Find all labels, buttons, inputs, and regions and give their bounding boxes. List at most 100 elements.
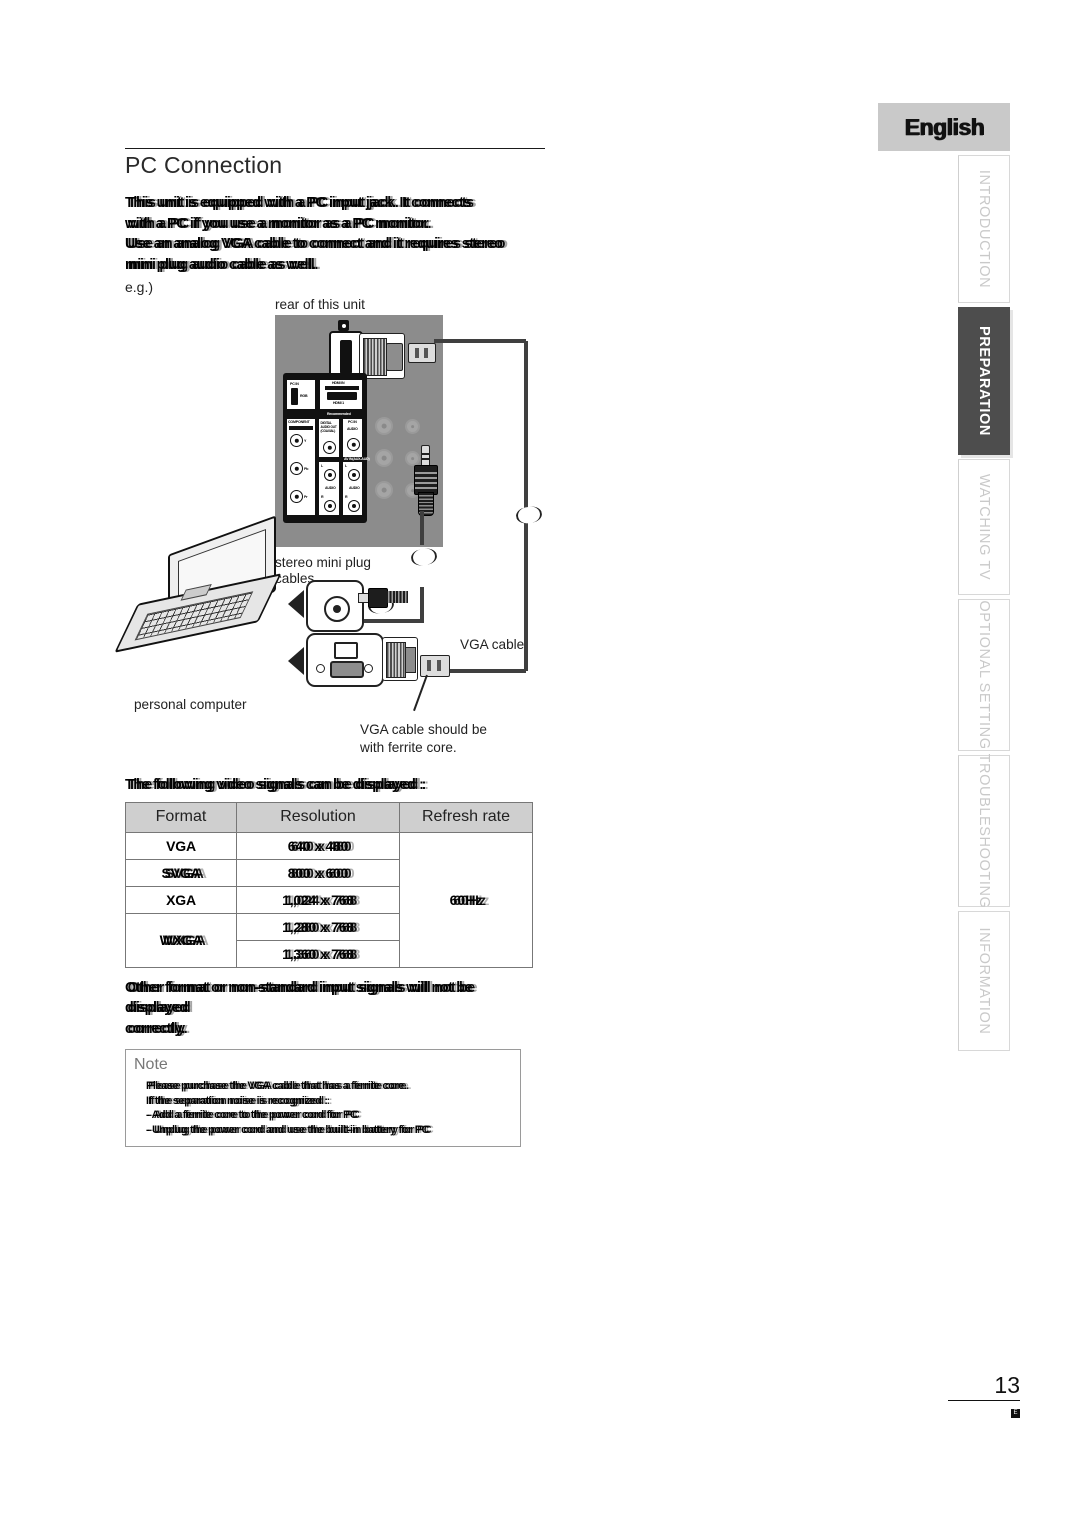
hdmi-sub-bar: [325, 386, 359, 390]
component-sub-bar: [289, 426, 313, 430]
ghost-jack: [375, 449, 393, 467]
cell-resolution: 1,360 x 768: [236, 939, 400, 968]
vga-male-plug-pc-side: [382, 637, 418, 681]
sidebar-item-troubleshooting[interactable]: TROUBLESHOOTING: [958, 753, 1010, 909]
audio-cable-down: [420, 511, 424, 545]
audio-cable-lower: [420, 587, 424, 623]
pc-audio-in-jack: [347, 438, 360, 451]
laptop-keyboard: [134, 591, 254, 641]
label-pr: Pr: [304, 495, 308, 499]
pc-audio-out-port: [306, 580, 364, 632]
language-tab-label: English: [904, 113, 984, 140]
after-table-line: Other format or non-standard input signa…: [125, 979, 473, 1017]
pc-in-rgb-jack: PC IN RGB: [286, 379, 316, 410]
column-header-refresh-rate: Refresh rate: [399, 801, 533, 833]
title-divider: [125, 148, 545, 149]
sidebar-item-label: INFORMATION: [976, 927, 992, 1035]
label-left: L: [345, 464, 347, 468]
cell-format: XGA: [125, 885, 237, 914]
table-row: VGA 640 x 480 60Hz: [125, 831, 533, 968]
sidebar-item-watching-tv[interactable]: WATCHING TV: [958, 459, 1010, 595]
callout-arrow-icon: [288, 590, 304, 618]
audio-right-jack: [324, 500, 336, 512]
language-tab: English: [878, 103, 1010, 151]
intro-line: Use an analog VGA cable to connect and i…: [125, 236, 503, 252]
caption-ferrite-core-note: VGA cable should be with ferrite core.: [360, 722, 487, 755]
sidebar-item-label: INTRODUCTION: [976, 169, 992, 289]
component-audio-lr-jacks: L AUDIO R: [318, 461, 340, 516]
cell-resolution: 640 x 480: [236, 831, 400, 860]
personal-computer-illustration: [114, 515, 282, 653]
label-hdmi-1: HDMI 1: [333, 401, 344, 405]
monitor-icon: [334, 642, 358, 659]
intro-paragraph: This unit is equipped with a PC input ja…: [125, 193, 525, 275]
rear-connector-block: PC IN RGB HDMI IN HDMI 1 Recommended COM…: [283, 373, 370, 523]
cell-format: SVGA: [125, 858, 237, 887]
cell-format: WXGA: [125, 912, 237, 968]
ghost-jack: [405, 419, 420, 434]
vga-cable-vertical: [524, 341, 528, 671]
cell-resolution: 1,280 x 768: [236, 912, 400, 941]
column-header-format: Format: [125, 801, 237, 833]
label-hdmi-recommended: Recommended: [327, 412, 351, 416]
page-footer: 13 E: [930, 1372, 1020, 1419]
label-right: R: [321, 495, 324, 499]
label-rgb: RGB: [300, 394, 308, 398]
caption-rear-of-unit: rear of this unit: [275, 297, 365, 312]
callout-arrow-icon: [288, 647, 304, 675]
label-pc-in-audio-group: PC IN: [348, 420, 357, 424]
mini-plug-strain-small: [386, 591, 408, 603]
sidebar-item-introduction[interactable]: INTRODUCTION: [958, 155, 1010, 303]
ghost-jack: [375, 481, 393, 499]
label-audio: AUDIO: [349, 486, 360, 490]
component-jack-group: COMPONENT Y Pb Pr: [286, 418, 316, 516]
cable-break-marker: [515, 505, 543, 525]
port-screw-icon: [316, 664, 325, 673]
page-title: PC Connection: [125, 152, 283, 178]
intro-line: with a PC if you use a monitor as a PC m…: [125, 215, 429, 232]
pc-connection-diagram: rear of this unit PC IN RGB HDMI IN HDMI…: [114, 297, 550, 767]
label-hdmi-in: HDMI IN: [332, 381, 345, 385]
label-pc-in: PC IN: [290, 381, 299, 386]
sidebar-item-preparation[interactable]: PREPARATION: [958, 307, 1010, 455]
vga-connector-ribs: [363, 338, 387, 376]
label-y: Y: [304, 439, 307, 443]
ghost-jack: [375, 417, 393, 435]
after-table-text: Other format or non-standard input signa…: [125, 978, 525, 1040]
note-line: Please purchase the VGA cable that has a…: [146, 1080, 407, 1092]
vga-male-connector: [359, 333, 405, 379]
section-tab-rail: INTRODUCTION PREPARATION WATCHING TV OPT…: [958, 155, 1010, 1051]
vga-jack-icon: [291, 388, 298, 405]
pc-vga-out-port: [306, 633, 384, 687]
label-av-in: AV IN(AUX-AUD): [344, 457, 370, 461]
sidebar-item-label: PREPARATION: [976, 326, 992, 436]
after-table-line: correctly.: [125, 1020, 185, 1037]
cell-resolution: 800 x 600: [236, 858, 400, 887]
digital-audio-out-jack: DIGITAL AUDIO OUT (COAXIAL): [318, 418, 340, 458]
label-pc-in-audio: AUDIO: [347, 427, 358, 431]
av-in-aux-audio-jacks: AV IN(AUX-AUD) L AUDIO R: [342, 457, 370, 516]
cell-refresh-rate: 60Hz: [399, 831, 533, 968]
supported-resolutions-table: Format Resolution Refresh rate VGA 640 x…: [125, 801, 533, 968]
label-digital-audio-out: DIGITAL AUDIO OUT (COAXIAL): [320, 420, 337, 433]
hdmi-port-icon: [327, 392, 357, 400]
label-right: R: [345, 495, 348, 499]
page-number: 13: [994, 1372, 1020, 1398]
vga-connector-head: [386, 343, 403, 371]
component-pb-jack: [290, 462, 303, 475]
av-audio-left-jack: [348, 469, 360, 481]
audio-left-jack: [324, 469, 336, 481]
label-left: L: [321, 464, 323, 468]
cell-format: VGA: [125, 831, 237, 860]
note-line: - Unplug the power cord and use the buil…: [146, 1123, 430, 1136]
sidebar-item-label: TROUBLESHOOTING: [976, 753, 992, 909]
component-pr-jack: [290, 490, 303, 503]
sidebar-item-information[interactable]: INFORMATION: [958, 911, 1010, 1051]
sidebar-item-optional-setting[interactable]: OPTIONAL SETTING: [958, 599, 1010, 751]
table-header-row: Format Resolution Refresh rate: [125, 801, 533, 833]
label-audio: AUDIO: [325, 486, 336, 490]
caption-personal-computer: personal computer: [134, 697, 247, 712]
mini-plug-barrel-small: [368, 588, 388, 608]
ferrite-core-pc-side-icon: [420, 655, 450, 677]
hdmi-in-jack: HDMI IN HDMI 1: [319, 379, 363, 410]
